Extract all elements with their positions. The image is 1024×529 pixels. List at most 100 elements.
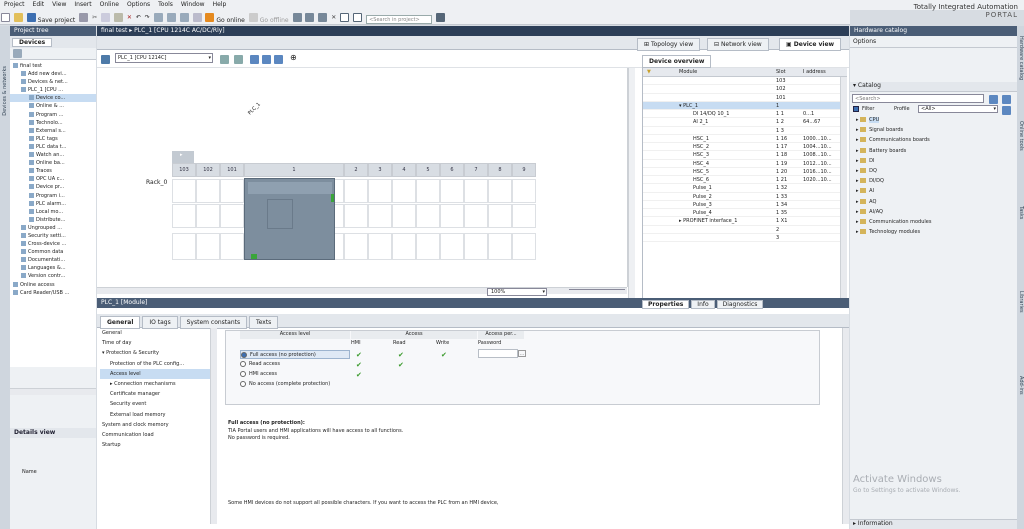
cut-button[interactable]: ✂ (92, 12, 97, 23)
tab-texts[interactable]: Texts (249, 316, 279, 329)
rack-slot-cell[interactable] (172, 233, 196, 260)
rack-slot-cell[interactable] (368, 179, 392, 203)
rack-slot-cell[interactable] (196, 204, 220, 228)
rack-slot-header[interactable]: 102 (196, 163, 220, 177)
side-tab[interactable]: Add-ins (1018, 376, 1024, 395)
inspector-nav-item[interactable]: Time of day (100, 338, 210, 348)
overview-row[interactable]: HSC_2 1 17 1004...10... (643, 143, 847, 152)
download-button[interactable] (166, 12, 176, 23)
radio-icon[interactable] (240, 360, 246, 367)
catalog-search-input[interactable]: <Search> (852, 94, 984, 103)
overview-row[interactable]: 102 (643, 85, 847, 94)
rack-slot-cell[interactable] (488, 179, 512, 203)
overview-row[interactable]: HSC_1 1 16 1000...10... (643, 135, 847, 143)
catalog-item[interactable]: ▸ AI (850, 186, 1017, 196)
catalog-item[interactable]: ▸ Communication modules (850, 217, 1017, 227)
inspector-nav-item[interactable]: Communication load (100, 430, 210, 440)
radio-icon[interactable] (240, 370, 246, 377)
rack-slot-cell[interactable] (344, 233, 368, 260)
tree-item[interactable]: Distribute... (10, 216, 96, 224)
rack-handle[interactable]: ▸ (172, 151, 194, 163)
rack-slot-cell[interactable] (392, 233, 416, 260)
inspector-nav-item[interactable]: Security event (100, 399, 210, 409)
tree-item[interactable]: Online ba... (10, 159, 96, 167)
rack-slot-cell[interactable] (440, 233, 464, 260)
inspector-nav-item[interactable]: General (100, 328, 210, 338)
side-tab[interactable]: Libraries (1018, 291, 1024, 313)
tree-item[interactable]: Device pr... (10, 183, 96, 191)
cpu-module[interactable] (244, 178, 335, 260)
tree-item[interactable]: Technolo... (10, 119, 96, 127)
radio-icon[interactable] (241, 351, 247, 358)
search-in-project-field[interactable]: <Search in project> (366, 15, 433, 24)
rack-slot-cell[interactable] (416, 204, 440, 228)
overview-row[interactable]: 101 (643, 94, 847, 102)
tab-properties[interactable]: Properties (642, 300, 690, 309)
redo-button[interactable]: ↷ (145, 12, 150, 23)
devices-networks-tab[interactable]: Devices & networks (2, 66, 8, 116)
inspector-nav-item[interactable]: External load memory (100, 410, 210, 420)
rack-slot-cell[interactable] (344, 179, 368, 203)
tree-item[interactable]: OPC UA c... (10, 175, 96, 183)
fit-icon[interactable] (262, 55, 271, 64)
menu-view[interactable]: View (48, 0, 70, 9)
rack-slot-cell[interactable] (464, 179, 488, 203)
inspector-nav-item[interactable]: Certificate manager (100, 389, 210, 399)
rack-slot-header[interactable]: 103 (172, 163, 196, 177)
tab-devices[interactable]: Devices (12, 38, 53, 47)
rack-slot-cell[interactable] (488, 233, 512, 260)
catalog-item[interactable]: ▸ AQ (850, 197, 1017, 207)
inspector-nav-item[interactable]: Startup (100, 440, 210, 450)
accessible-devices-button[interactable] (292, 12, 302, 23)
overview-row[interactable]: HSC_6 1 21 1020...10... (643, 176, 847, 185)
rack-slot-cell[interactable] (416, 179, 440, 203)
rack-slot-header[interactable]: 5 (416, 163, 440, 177)
new-project-button[interactable] (1, 12, 10, 23)
menu-options[interactable]: Options (123, 0, 154, 9)
overview-row[interactable]: AI 2_1 1 2 64...67 (643, 118, 847, 127)
access-level-option[interactable]: Full access (no protection) (240, 350, 350, 359)
rack-slot-cell[interactable] (512, 233, 536, 260)
inspector-nav-item[interactable]: Protection of the PLC config... (100, 359, 210, 369)
inspector-nav-scroll[interactable] (210, 328, 217, 524)
catalog-section[interactable]: ▾ Catalog (850, 82, 1017, 92)
rack-slot-cell[interactable] (440, 204, 464, 228)
catalog-item[interactable]: ▸ Battery boards (850, 146, 1017, 156)
zoom-select[interactable]: 100% ▾ (487, 288, 547, 296)
inspector-nav-item[interactable]: ▾ Protection & Security (100, 348, 210, 358)
side-tab[interactable]: Tasks (1018, 206, 1024, 219)
canvas-hscroll[interactable] (97, 287, 627, 294)
catalog-item[interactable]: ▸ DQ (850, 166, 1017, 176)
undo-button[interactable]: ↶ (136, 12, 141, 23)
rack-slot-cell[interactable] (220, 179, 244, 203)
tree-item[interactable]: Card Reader/USB ... (10, 289, 96, 297)
side-tab[interactable]: Hardware catalog (1018, 36, 1024, 80)
tree-item[interactable]: Common data (10, 248, 96, 256)
inspector-nav-item[interactable]: Access level (100, 368, 210, 379)
tree-item[interactable]: Online & ... (10, 102, 96, 110)
catalog-item[interactable]: ▸ CPU (850, 115, 1017, 125)
tree-item[interactable]: Security setti... (10, 232, 96, 240)
zoom-in-icon[interactable]: ⊕ (290, 53, 297, 62)
rack-slot-cell[interactable] (196, 233, 220, 260)
project-tree-view-icon[interactable] (13, 49, 22, 58)
rack-slot-cell[interactable] (220, 204, 244, 228)
rack-slot-header[interactable]: 101 (220, 163, 244, 177)
catalog-item[interactable]: ▸ AI/AQ (850, 207, 1017, 217)
inspector-vscroll[interactable] (842, 328, 849, 524)
information-section[interactable]: ▸ Information (850, 519, 1017, 529)
menu-project[interactable]: Project (0, 0, 29, 9)
rack-slot-header[interactable]: 1 (244, 163, 344, 177)
overview-row[interactable]: HSC_5 1 20 1016...10... (643, 168, 847, 176)
rack-slot-cell[interactable] (172, 204, 196, 228)
overview-row[interactable]: Pulse_1 1 32 (643, 184, 847, 193)
rack-slot-cell[interactable] (512, 204, 536, 228)
zoom-slider[interactable] (569, 289, 625, 294)
delete-button[interactable]: ✕ (127, 12, 132, 23)
overview-row[interactable]: ▾ PLC_1 1 (643, 101, 847, 110)
rack-slot-cell[interactable] (368, 204, 392, 228)
rack-slot-header[interactable]: 4 (392, 163, 416, 177)
col-slot[interactable]: Slot (776, 68, 786, 77)
tree-item[interactable]: PLC tags (10, 135, 96, 143)
tree-item[interactable]: Device co... (10, 94, 96, 103)
